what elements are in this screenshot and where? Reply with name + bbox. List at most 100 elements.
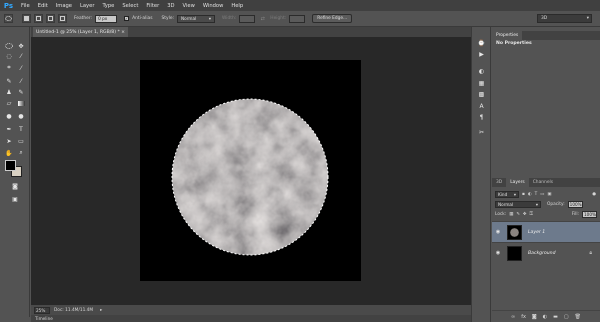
tool-presets-icon[interactable]: ✂ — [476, 128, 487, 137]
opacity-input[interactable]: 100% — [567, 200, 583, 208]
refine-edge-button[interactable]: Refine Edge... — [312, 14, 353, 23]
new-layer-icon[interactable]: ▢ — [564, 314, 569, 320]
tab-layers[interactable]: Layers — [506, 178, 529, 187]
path-selection-icon[interactable]: ➤ — [3, 137, 15, 145]
width-input[interactable] — [239, 14, 256, 23]
menu-help[interactable]: Help — [227, 3, 247, 9]
subtract-selection-icon[interactable] — [46, 14, 55, 23]
layer-name[interactable]: Background — [528, 251, 556, 256]
document-canvas[interactable] — [140, 60, 361, 281]
menu-layer[interactable]: Layer — [76, 3, 98, 9]
quick-mask-icon[interactable]: ◙ — [9, 182, 21, 190]
pen-icon[interactable]: ✒ — [3, 125, 15, 133]
filter-shape-icon[interactable]: ▭ — [540, 192, 544, 197]
crop-icon[interactable]: ⌗ — [3, 64, 15, 72]
swap-dimensions-icon[interactable]: ⇄ — [258, 14, 267, 23]
dodge-icon[interactable]: ● — [15, 112, 27, 120]
screen-mode-icon[interactable]: ▣ — [9, 195, 21, 203]
workspace-select[interactable]: 3D ▾ — [537, 14, 592, 23]
zoom-icon[interactable]: ⌕ — [15, 149, 27, 157]
filter-pixel-icon[interactable]: ▪ — [522, 192, 525, 197]
adjustments-icon[interactable]: ◐ — [476, 67, 487, 76]
filter-adjustment-icon[interactable]: ◐ — [528, 192, 532, 197]
link-layers-icon[interactable]: ∞ — [511, 314, 515, 320]
kind-filter-select[interactable]: Kind ▾ — [495, 190, 519, 198]
lock-fill-row: Lock: ▦ ✎ ✥ ⚿ Fill: 100% — [492, 210, 600, 218]
tab-channels[interactable]: Channels — [529, 178, 557, 187]
antialias-checkbox[interactable]: ✓ — [124, 16, 130, 21]
add-mask-icon[interactable]: ◙ — [532, 314, 537, 320]
gradient-icon[interactable] — [15, 99, 27, 107]
properties-tab-bar: Properties — [492, 31, 600, 40]
tab-properties[interactable]: Properties — [492, 31, 523, 40]
filter-toggle-icon[interactable]: ● — [592, 192, 596, 197]
layers-filter-row: Kind ▾ ▪ ◐ T ▭ ▣ ● — [492, 190, 600, 198]
chevron-down-icon: ▾ — [535, 201, 538, 207]
lock-all-icon[interactable]: ⚿ — [530, 212, 533, 217]
layer-row[interactable]: ◉ Background 🔒︎ — [492, 242, 600, 263]
blur-icon[interactable]: ● — [3, 112, 15, 120]
hand-icon[interactable]: ✋ — [3, 149, 15, 157]
filter-smart-icon[interactable]: ▣ — [547, 192, 551, 197]
filter-type-icon[interactable]: T — [535, 192, 538, 197]
layer-name[interactable]: Layer 1 — [528, 230, 545, 235]
layer-row[interactable]: ◉ Layer 1 — [492, 221, 600, 242]
type-icon[interactable]: T — [15, 125, 27, 133]
tab-3d[interactable]: 3D — [492, 178, 506, 187]
panel-icon-strip: ⌚ ▶ ◐ ▦ ▩ A ¶ ✂ — [471, 27, 491, 322]
brush-icon[interactable]: ⁄ — [15, 77, 27, 85]
menu-image[interactable]: Image — [52, 3, 76, 9]
layer-style-icon[interactable]: fx — [521, 314, 526, 320]
height-input[interactable] — [289, 14, 306, 23]
close-icon[interactable]: × — [121, 30, 125, 35]
shape-icon[interactable]: ▭ — [15, 137, 27, 145]
document-tab[interactable]: Untitled-1 @ 25% (Layer 1, RGB/8) * × — [33, 27, 128, 37]
lock-transparent-icon[interactable]: ▦ — [509, 212, 513, 217]
magic-wand-icon[interactable]: ⁄ — [15, 52, 27, 60]
eyedropper-icon[interactable]: ⁄ — [15, 64, 27, 72]
history-brush-icon[interactable]: ✎ — [15, 88, 27, 96]
menu-select[interactable]: Select — [118, 3, 142, 9]
menu-3d[interactable]: 3D — [163, 3, 178, 9]
lock-position-icon[interactable]: ✥ — [523, 212, 527, 217]
navigator-icon[interactable]: ▦ — [476, 79, 487, 88]
menu-edit[interactable]: Edit — [34, 3, 52, 9]
clone-stamp-icon[interactable]: ♟ — [3, 88, 15, 96]
move-icon[interactable]: ✥ — [15, 42, 27, 50]
actions-icon[interactable]: ▶ — [476, 50, 487, 59]
delete-layer-icon[interactable]: 🗑︎ — [575, 314, 581, 320]
menu-window[interactable]: Window — [199, 3, 227, 9]
history-icon[interactable]: ⌚ — [476, 39, 487, 48]
menu-file[interactable]: File — [17, 3, 34, 9]
intersect-selection-icon[interactable] — [58, 14, 67, 23]
eraser-icon[interactable]: ▱ — [3, 99, 15, 107]
eye-icon[interactable]: ◉ — [492, 229, 504, 235]
workspace-value: 3D — [541, 16, 548, 21]
foreground-color-swatch[interactable] — [5, 160, 16, 171]
new-selection-icon[interactable] — [22, 14, 31, 23]
eye-icon[interactable]: ◉ — [492, 250, 504, 256]
lock-image-icon[interactable]: ✎ — [516, 212, 520, 217]
new-adjustment-icon[interactable]: ◐ — [543, 314, 547, 320]
marquee-icon[interactable] — [3, 42, 15, 50]
add-to-selection-icon[interactable] — [34, 14, 43, 23]
style-select[interactable]: Normal ▾ — [177, 14, 216, 23]
menu-type[interactable]: Type — [98, 3, 118, 9]
character-icon[interactable]: A — [476, 102, 487, 111]
healing-brush-icon[interactable]: ✎ — [3, 77, 15, 85]
swatches-icon[interactable]: ▩ — [476, 90, 487, 99]
menu-view[interactable]: View — [179, 3, 199, 9]
timeline-panel-tab[interactable]: Timeline — [31, 315, 471, 322]
timeline-label: Timeline — [35, 316, 53, 321]
menu-filter[interactable]: Filter — [142, 3, 163, 9]
paragraph-icon[interactable]: ¶ — [476, 113, 487, 122]
new-group-icon[interactable]: ▬ — [553, 314, 558, 320]
chevron-right-icon[interactable]: ▸ — [100, 308, 102, 313]
feather-input[interactable]: 0 px — [95, 14, 118, 23]
ellipse-marquee-preset-icon[interactable] — [4, 14, 13, 23]
fill-input[interactable]: 100% — [582, 210, 597, 218]
zoom-field[interactable]: 25% — [34, 306, 50, 314]
layer-thumbnail — [507, 224, 522, 240]
blend-mode-select[interactable]: Normal ▾ — [495, 200, 541, 208]
lasso-icon[interactable]: ◌ — [3, 52, 15, 60]
